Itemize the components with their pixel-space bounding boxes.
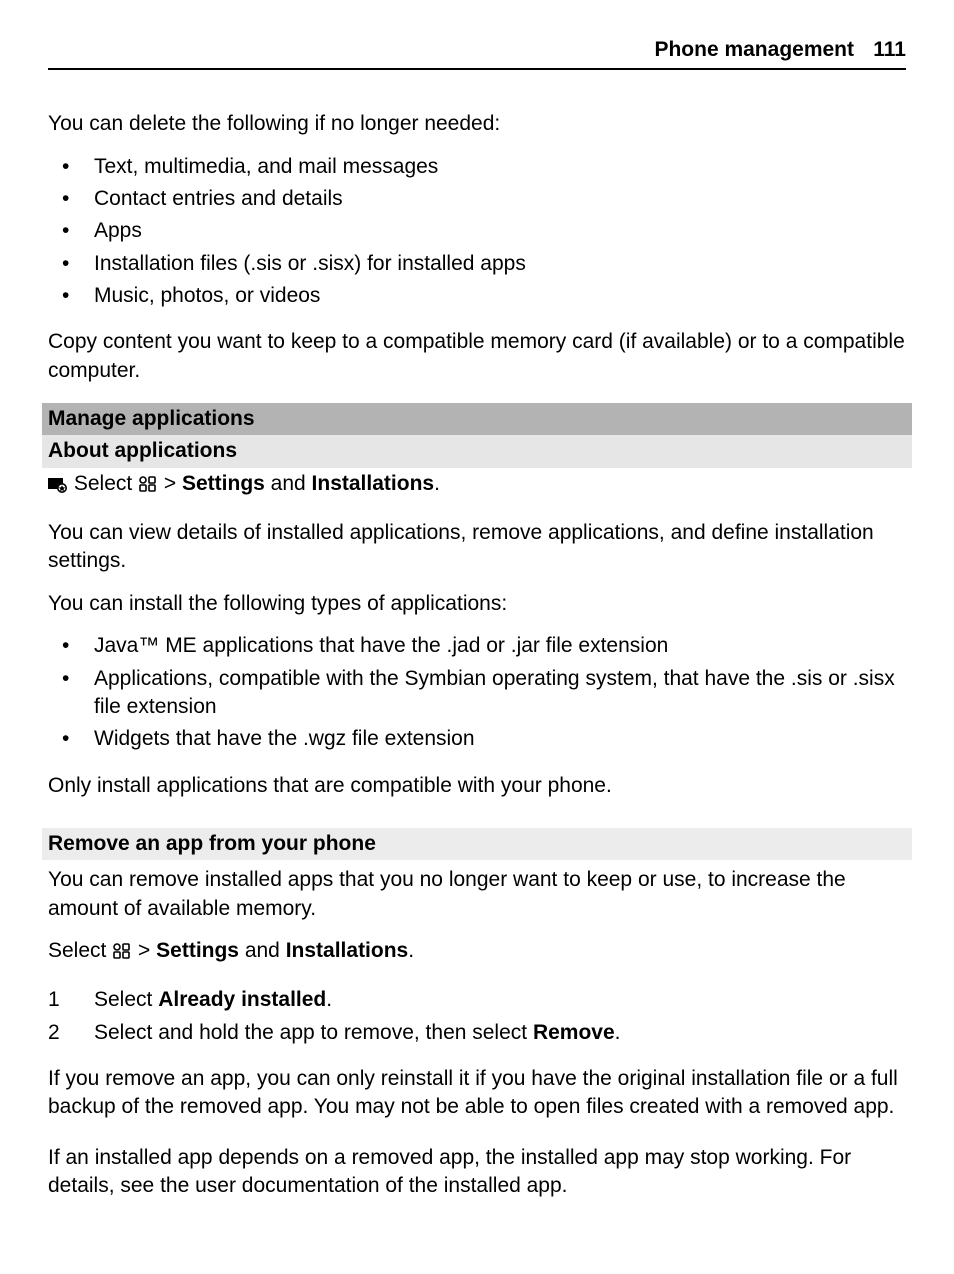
body-text: You can install the following types of a… [48,590,906,618]
select-instruction: Select > Settings and Installations. [48,470,906,501]
remove-steps: Select Already installed. Select and hol… [48,986,906,1047]
list-item: Applications, compatible with the Symbia… [48,665,906,722]
select-text: > [158,472,182,495]
body-text: You can view details of installed applic… [48,519,906,576]
select-text: and [239,939,286,962]
app-types-list: Java™ ME applications that have the .jad… [48,632,906,753]
step-text: Select and hold the app to remove, then … [94,1021,533,1044]
list-item: Music, photos, or videos [48,282,906,310]
list-item: Contact entries and details [48,185,906,213]
list-item: Widgets that have the .wgz file extensio… [48,725,906,753]
select-text: Settings [156,939,239,962]
select-text: Installations [286,939,409,962]
heading-about-applications: About applications [42,435,912,467]
intro-lead: You can delete the following if no longe… [48,110,906,138]
body-text: If an installed app depends on a removed… [48,1144,906,1201]
select-text: . [408,939,414,962]
body-text: You can remove installed apps that you n… [48,866,906,923]
page-header: Phone management 111 [48,36,906,70]
apps-grid-icon [112,940,132,968]
document-page: Phone management 111 You can delete the … [0,0,954,1274]
heading-manage-applications: Manage applications [42,403,912,435]
step-text: Select [94,988,158,1011]
select-text: and [265,472,312,495]
list-item: Apps [48,217,906,245]
body-text: If you remove an app, you can only reins… [48,1065,906,1122]
step-text: Already installed [158,988,326,1011]
apps-grid-icon [138,473,158,501]
heading-remove-app: Remove an app from your phone [42,828,912,860]
select-text: Select [48,939,112,962]
select-instruction: Select > Settings and Installations. [48,937,906,968]
step-text: . [615,1021,621,1044]
tip-flag-icon [48,473,68,501]
step-item: Select Already installed. [48,986,906,1014]
select-text: Select [74,472,138,495]
step-text: . [326,988,332,1011]
select-text: > [132,939,156,962]
select-text: . [434,472,440,495]
list-item: Text, multimedia, and mail messages [48,153,906,181]
step-item: Select and hold the app to remove, then … [48,1019,906,1047]
page-number: 111 [866,36,906,64]
list-item: Installation files (.sis or .sisx) for i… [48,250,906,278]
select-text: Installations [312,472,435,495]
delete-list: Text, multimedia, and mail messages Cont… [48,153,906,311]
intro-followup: Copy content you want to keep to a compa… [48,328,906,385]
list-item: Java™ ME applications that have the .jad… [48,632,906,660]
section-title: Phone management [654,36,854,64]
step-text: Remove [533,1021,615,1044]
body-text: Only install applications that are compa… [48,772,906,800]
select-text: Settings [182,472,265,495]
